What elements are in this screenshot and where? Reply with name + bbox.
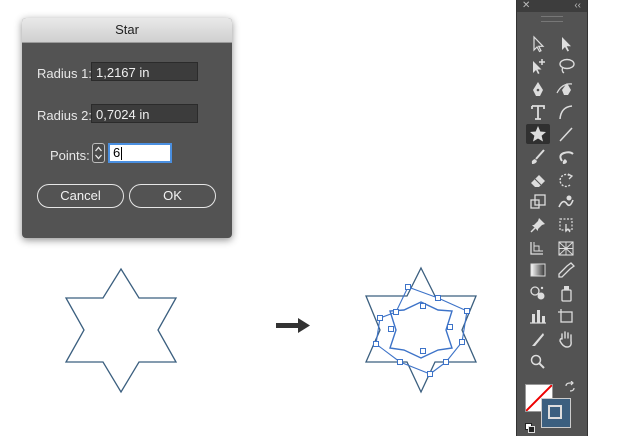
artboard-tool[interactable]	[554, 306, 578, 326]
arrow-right-icon	[276, 318, 310, 333]
line-segment-icon	[559, 127, 573, 142]
warp-icon	[558, 195, 574, 208]
type-tool[interactable]	[526, 102, 550, 122]
eraser-tool[interactable]	[526, 170, 550, 190]
paintbrush-icon	[531, 149, 545, 164]
star-dialog: Star Radius 1: 1,2167 in Radius 2: 0,702…	[22, 18, 232, 238]
pen-tool[interactable]	[526, 79, 550, 99]
points-input[interactable]: 6	[108, 143, 172, 163]
scale-icon	[530, 194, 546, 209]
free-transform-tool[interactable]	[554, 215, 578, 235]
curvature-pen-icon	[556, 83, 573, 95]
zoom-tool[interactable]	[526, 352, 550, 372]
radius1-field[interactable]: 1,2167 in	[91, 62, 198, 81]
swap-fill-stroke-icon[interactable]	[564, 380, 576, 392]
free-transform-icon	[559, 218, 573, 233]
direct-selection-tool[interactable]	[554, 34, 578, 54]
pin-tool[interactable]	[526, 215, 550, 235]
lasso-icon	[559, 58, 575, 74]
rotate-tool[interactable]	[554, 170, 578, 190]
points-stepper[interactable]	[92, 143, 105, 163]
group-selection-tool[interactable]	[526, 56, 550, 76]
perspective-grid-tool[interactable]	[554, 238, 578, 258]
paintbrush-tool[interactable]	[526, 147, 550, 167]
radius2-field[interactable]: 0,7024 in	[91, 104, 198, 123]
hand-icon	[559, 331, 572, 348]
hand-tool[interactable]	[554, 329, 578, 349]
type-t-icon	[531, 105, 545, 120]
perspective-grid-icon	[558, 241, 574, 256]
selection-tool[interactable]	[526, 34, 550, 54]
column-graph-tool[interactable]	[526, 306, 550, 326]
slice-knife-icon	[532, 333, 544, 346]
shape-builder-tool[interactable]	[526, 238, 550, 258]
blob-brush-icon	[559, 151, 574, 164]
direct-selection-arrow-icon	[562, 37, 571, 52]
star-shape-original[interactable]	[64, 267, 178, 394]
eraser-icon	[531, 175, 545, 187]
star-shape-transformed[interactable]	[365, 266, 477, 394]
arc-icon	[559, 105, 573, 120]
tools-panel: ✕ ‹‹	[516, 0, 588, 436]
points-value: 6	[113, 145, 121, 160]
radius2-label: Radius 2:	[37, 108, 92, 123]
shape-builder-icon	[530, 242, 543, 255]
close-panel-icon[interactable]: ✕	[522, 0, 530, 11]
arc-tool[interactable]	[554, 102, 578, 122]
rotate-icon	[559, 173, 574, 188]
group-selection-icon	[533, 59, 545, 74]
gradient-tool[interactable]	[526, 260, 550, 280]
symbol-sprayer-tool[interactable]	[526, 283, 550, 303]
eyedropper-icon	[558, 262, 575, 278]
canvas-drawing	[64, 266, 477, 394]
selection-arrow-icon	[533, 35, 545, 53]
star-tool[interactable]	[526, 124, 550, 144]
cancel-button[interactable]: Cancel	[37, 184, 124, 208]
spray-can-icon	[561, 286, 572, 302]
warp-tool[interactable]	[554, 192, 578, 212]
stroke-swatch[interactable]	[541, 398, 571, 428]
artboard-canvas[interactable]	[0, 258, 500, 436]
artboard-icon	[558, 309, 573, 323]
lasso-tool[interactable]	[554, 56, 578, 76]
default-colors-icon[interactable]	[525, 420, 535, 433]
collapse-panel-icon[interactable]: ‹‹	[574, 0, 581, 11]
stepper-arrows-icon	[95, 146, 102, 160]
ok-button[interactable]: OK	[129, 184, 216, 208]
blob-brush-tool[interactable]	[554, 147, 578, 167]
star-icon	[530, 126, 546, 142]
line-tool[interactable]	[554, 124, 578, 144]
pin-icon	[530, 218, 545, 233]
symbol-sprayer-icon	[530, 286, 545, 300]
zoom-magnifier-icon	[530, 354, 545, 369]
eyedropper-tool[interactable]	[554, 260, 578, 280]
column-graph-icon	[530, 310, 546, 324]
panel-header: ✕ ‹‹	[517, 0, 587, 12]
panel-grip[interactable]	[541, 16, 563, 22]
radius1-label: Radius 1:	[37, 66, 92, 81]
graph-tool[interactable]	[554, 283, 578, 303]
pen-nib-icon	[533, 82, 543, 96]
gradient-icon	[530, 263, 546, 277]
curvature-tool[interactable]	[554, 79, 578, 99]
points-label: Points:	[50, 148, 90, 163]
scale-tool[interactable]	[526, 192, 550, 212]
text-caret	[121, 147, 123, 161]
slice-tool[interactable]	[526, 329, 550, 349]
